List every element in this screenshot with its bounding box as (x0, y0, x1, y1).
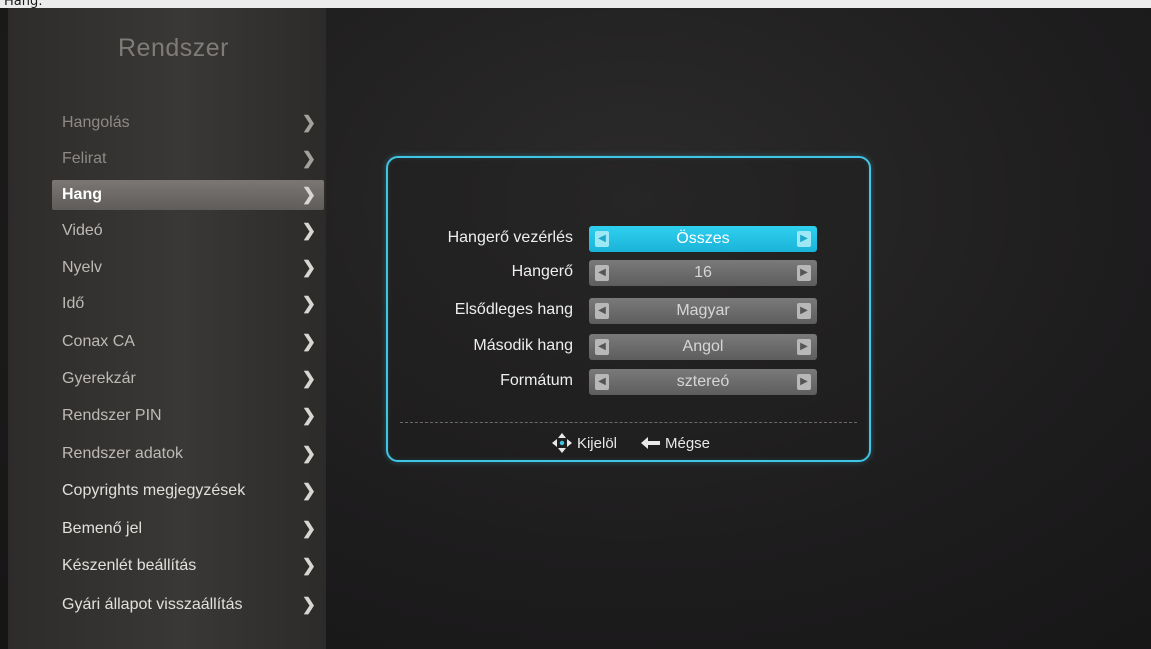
sidebar-item-gyerekzar[interactable]: Gyerekzár ❯ (52, 364, 324, 394)
setting-row-format[interactable]: Formátum ◀ sztereó ▶ (388, 369, 873, 397)
setting-label: Hangerő vezérlés (447, 229, 573, 246)
sidebar-item-video[interactable]: Videó ❯ (52, 216, 324, 246)
sidebar-item-label: Gyári állapot visszaállítás (62, 596, 243, 613)
footer-hint-cancel: Mégse (641, 435, 710, 452)
sidebar-item-keszenlet[interactable]: Készenlét beállítás ❯ (52, 551, 324, 581)
sidebar-item-label: Rendszer adatok (62, 445, 183, 462)
sidebar-item-copyrights[interactable]: Copyrights megjegyzések ❯ (52, 476, 324, 506)
sidebar-item-label: Felirat (62, 150, 107, 167)
sidebar-item-label: Videó (62, 222, 103, 239)
dialog-footer: Kijelöl Mégse (388, 432, 873, 454)
setting-row-volume[interactable]: Hangerő ◀ 16 ▶ (388, 260, 873, 288)
chevron-right-icon: ❯ (301, 595, 316, 614)
footer-hint-select: Kijelöl (551, 432, 617, 454)
sidebar-item-label: Conax CA (62, 333, 135, 350)
chevron-right-icon: ❯ (301, 149, 316, 168)
setting-value: sztereó (676, 373, 730, 390)
sidebar-item-label: Készenlét beállítás (62, 557, 197, 574)
sidebar-item-label: Nyelv (62, 259, 103, 276)
sidebar-item-hangolas[interactable]: Hangolás ❯ (52, 108, 324, 138)
setting-row-primary-audio[interactable]: Elsődleges hang ◀ Magyar ▶ (388, 298, 873, 326)
setting-row-secondary-audio[interactable]: Második hang ◀ Angol ▶ (388, 334, 873, 362)
sidebar-item-ido[interactable]: Idő ❯ (52, 289, 324, 319)
back-arrow-icon (641, 436, 661, 450)
triangle-right-icon[interactable]: ▶ (797, 339, 811, 355)
setting-value-selector[interactable]: ◀ Magyar ▶ (589, 298, 817, 324)
sidebar-item-conax-ca[interactable]: Conax CA ❯ (52, 327, 324, 357)
chevron-right-icon: ❯ (301, 369, 316, 388)
dpad-arrows-icon (551, 432, 573, 454)
chevron-right-icon: ❯ (301, 258, 316, 277)
setting-label: Formátum (500, 372, 573, 389)
setting-value: Angol (682, 338, 724, 355)
sidebar-item-label: Rendszer PIN (62, 407, 162, 424)
sidebar-item-hang[interactable]: Hang ❯ (52, 180, 324, 210)
chevron-right-icon: ❯ (301, 221, 316, 240)
setting-label: Elsődleges hang (454, 301, 573, 318)
sidebar-item-rendszer-pin[interactable]: Rendszer PIN ❯ (52, 401, 324, 431)
setting-value-selector[interactable]: ◀ Összes ▶ (589, 226, 817, 252)
chevron-right-icon: ❯ (301, 113, 316, 132)
triangle-right-icon[interactable]: ▶ (797, 374, 811, 390)
chevron-right-icon: ❯ (301, 519, 316, 538)
chevron-right-icon: ❯ (301, 556, 316, 575)
top-bar: Hang: (0, 0, 1151, 9)
sidebar: Rendszer Hangolás ❯ Felirat ❯ Hang ❯ Vid… (8, 8, 326, 649)
chevron-right-icon: ❯ (301, 444, 316, 463)
setting-value: 16 (694, 264, 712, 281)
setting-label: Hangerő (511, 263, 573, 280)
sidebar-item-label: Gyerekzár (62, 370, 136, 387)
setting-label: Második hang (473, 337, 573, 354)
sidebar-item-felirat[interactable]: Felirat ❯ (52, 144, 324, 174)
setting-value: Magyar (676, 302, 730, 319)
triangle-right-icon[interactable]: ▶ (797, 231, 811, 247)
footer-select-label: Kijelöl (576, 434, 617, 452)
chevron-right-icon: ❯ (301, 481, 316, 500)
sidebar-title: Rendszer (118, 34, 229, 62)
chevron-right-icon: ❯ (301, 406, 316, 425)
chevron-right-icon: ❯ (301, 294, 316, 313)
sidebar-item-label: Hang (62, 186, 102, 203)
triangle-right-icon[interactable]: ▶ (797, 265, 811, 281)
chevron-right-icon: ❯ (301, 332, 316, 351)
sidebar-item-label: Hangolás (62, 114, 130, 131)
sidebar-item-label: Copyrights megjegyzések (62, 482, 246, 499)
setting-value: Összes (676, 230, 730, 247)
sidebar-item-nyelv[interactable]: Nyelv ❯ (52, 253, 324, 283)
sidebar-item-rendszer-adatok[interactable]: Rendszer adatok ❯ (52, 439, 324, 469)
sidebar-item-gyari-allapot[interactable]: Gyári állapot visszaállítás ❯ (52, 590, 324, 620)
setting-value-selector[interactable]: ◀ sztereó ▶ (589, 369, 817, 395)
setting-value-selector[interactable]: ◀ 16 ▶ (589, 260, 817, 286)
dialog-divider (400, 422, 857, 423)
setting-row-volume-control[interactable]: Hangerő vezérlés ◀ Összes ▶ (388, 226, 873, 254)
chevron-right-icon: ❯ (301, 185, 316, 204)
triangle-right-icon[interactable]: ▶ (797, 303, 811, 319)
footer-cancel-label: Mégse (665, 434, 711, 452)
sidebar-item-label: Bemenő jel (62, 520, 143, 537)
sidebar-item-label: Idő (62, 295, 85, 312)
audio-settings-dialog: Hangerő vezérlés ◀ Összes ▶ Hangerő ◀ 16… (386, 156, 871, 462)
sidebar-item-bemeno-jel[interactable]: Bemenő jel ❯ (52, 514, 324, 544)
setting-value-selector[interactable]: ◀ Angol ▶ (589, 334, 817, 360)
